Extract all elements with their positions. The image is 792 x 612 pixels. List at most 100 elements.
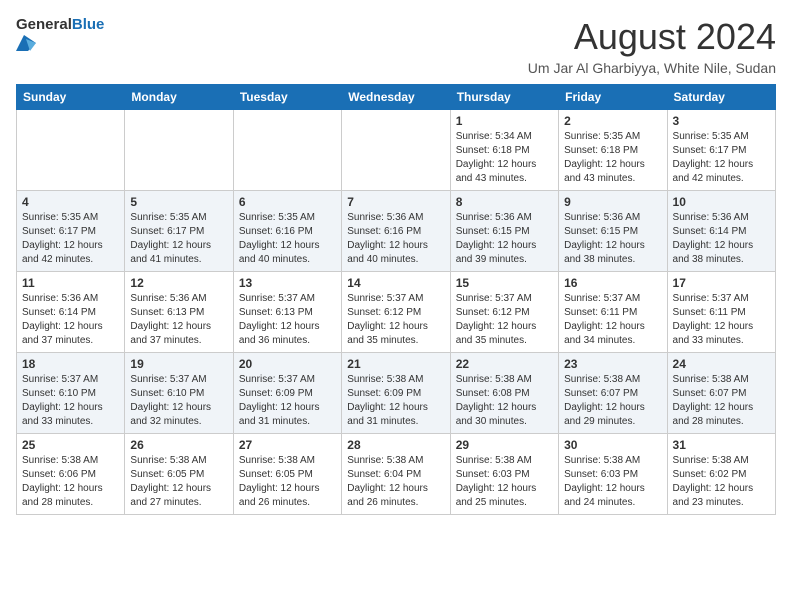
calendar-cell: 7 Sunrise: 5:36 AMSunset: 6:16 PMDaylight… <box>342 191 450 272</box>
calendar-cell: 24Sunrise: 5:38 AMSunset: 6:07 PMDayligh… <box>667 353 775 434</box>
cell-info: Sunrise: 5:34 AMSunset: 6:18 PMDaylight:… <box>456 130 553 186</box>
cell-date: 25 <box>22 438 119 452</box>
calendar-cell: 4 Sunrise: 5:35 AMSunset: 6:17 PMDaylight… <box>17 191 125 272</box>
logo-general: GeneralBlue <box>16 16 104 34</box>
cell-date: 21 <box>347 357 444 371</box>
cell-info: Sunrise: 5:38 AMSunset: 6:06 PMDaylight:… <box>22 454 119 510</box>
weekday-header-thursday: Thursday <box>450 85 558 110</box>
calendar-cell: 17 Sunrise: 5:37 AMSunset: 6:11 PMDayligh… <box>667 272 775 353</box>
calendar-cell: 22 Sunrise: 5:38 AMSunset: 6:08 PMDayligh… <box>450 353 558 434</box>
cell-date: 20 <box>239 357 336 371</box>
cell-date: 24 <box>673 357 770 371</box>
calendar-cell: 5 Sunrise: 5:35 AMSunset: 6:17 PMDaylight… <box>125 191 233 272</box>
cell-info: Sunrise: 5:37 AMSunset: 6:10 PMDaylight:… <box>22 373 119 429</box>
cell-info: Sunrise: 5:37 AMSunset: 6:11 PMDaylight:… <box>564 292 661 348</box>
cell-date: 29 <box>456 438 553 452</box>
calendar-cell: 13 Sunrise: 5:37 AMSunset: 6:13 PMDayligh… <box>233 272 341 353</box>
cell-info: Sunrise: 5:38 AMSunset: 6:03 PMDaylight:… <box>564 454 661 510</box>
cell-date: 18 <box>22 357 119 371</box>
calendar-cell: 20 Sunrise: 5:37 AMSunset: 6:09 PMDayligh… <box>233 353 341 434</box>
calendar-cell: 8 Sunrise: 5:36 AMSunset: 6:15 PMDaylight… <box>450 191 558 272</box>
cell-date: 27 <box>239 438 336 452</box>
cell-info: Sunrise: 5:35 AMSunset: 6:17 PMDaylight:… <box>130 211 227 267</box>
cell-info: Sunrise: 5:37 AMSunset: 6:12 PMDaylight:… <box>456 292 553 348</box>
cell-info: Sunrise: 5:36 AMSunset: 6:15 PMDaylight:… <box>564 211 661 267</box>
title-area: August 2024 Um Jar Al Gharbiyya, White N… <box>528 16 776 76</box>
weekday-header-tuesday: Tuesday <box>233 85 341 110</box>
calendar-cell: 26 Sunrise: 5:38 AMSunset: 6:05 PMDayligh… <box>125 434 233 515</box>
calendar-cell: 31 Sunrise: 5:38 AMSunset: 6:02 PMDayligh… <box>667 434 775 515</box>
calendar-cell <box>233 110 341 191</box>
cell-info: Sunrise: 5:35 AMSunset: 6:18 PMDaylight:… <box>564 130 661 186</box>
calendar-cell: 14Sunrise: 5:37 AMSunset: 6:12 PMDayligh… <box>342 272 450 353</box>
calendar-cell <box>342 110 450 191</box>
cell-info: Sunrise: 5:38 AMSunset: 6:05 PMDaylight:… <box>239 454 336 510</box>
cell-info: Sunrise: 5:38 AMSunset: 6:04 PMDaylight:… <box>347 454 444 510</box>
location: Um Jar Al Gharbiyya, White Nile, Sudan <box>528 60 776 76</box>
calendar-cell: 6Sunrise: 5:35 AMSunset: 6:16 PMDaylight… <box>233 191 341 272</box>
calendar-cell: 3 Sunrise: 5:35 AMSunset: 6:17 PMDaylight… <box>667 110 775 191</box>
calendar-cell: 25 Sunrise: 5:38 AMSunset: 6:06 PMDayligh… <box>17 434 125 515</box>
cell-date: 7 <box>347 195 444 209</box>
calendar-cell: 11 Sunrise: 5:36 AMSunset: 6:14 PMDayligh… <box>17 272 125 353</box>
cell-date: 8 <box>456 195 553 209</box>
calendar-cell: 2 Sunrise: 5:35 AMSunset: 6:18 PMDaylight… <box>559 110 667 191</box>
cell-info: Sunrise: 5:36 AMSunset: 6:13 PMDaylight:… <box>130 292 227 348</box>
logo-icon <box>16 35 36 51</box>
cell-date: 17 <box>673 276 770 290</box>
cell-date: 23 <box>564 357 661 371</box>
cell-info: Sunrise: 5:38 AMSunset: 6:02 PMDaylight:… <box>673 454 770 510</box>
cell-date: 13 <box>239 276 336 290</box>
cell-info: Sunrise: 5:36 AMSunset: 6:14 PMDaylight:… <box>673 211 770 267</box>
cell-date: 15 <box>456 276 553 290</box>
calendar-cell <box>17 110 125 191</box>
cell-date: 9 <box>564 195 661 209</box>
logo: GeneralBlue <box>16 16 104 51</box>
weekday-header-saturday: Saturday <box>667 85 775 110</box>
cell-info: Sunrise: 5:38 AMSunset: 6:05 PMDaylight:… <box>130 454 227 510</box>
cell-info: Sunrise: 5:37 AMSunset: 6:09 PMDaylight:… <box>239 373 336 429</box>
cell-date: 31 <box>673 438 770 452</box>
cell-date: 22 <box>456 357 553 371</box>
calendar-table: SundayMondayTuesdayWednesdayThursdayFrid… <box>16 84 776 515</box>
calendar-cell: 30Sunrise: 5:38 AMSunset: 6:03 PMDayligh… <box>559 434 667 515</box>
cell-info: Sunrise: 5:35 AMSunset: 6:17 PMDaylight:… <box>22 211 119 267</box>
cell-date: 5 <box>130 195 227 209</box>
cell-info: Sunrise: 5:36 AMSunset: 6:15 PMDaylight:… <box>456 211 553 267</box>
cell-date: 12 <box>130 276 227 290</box>
calendar-cell: 9 Sunrise: 5:36 AMSunset: 6:15 PMDaylight… <box>559 191 667 272</box>
cell-date: 10 <box>673 195 770 209</box>
cell-info: Sunrise: 5:38 AMSunset: 6:09 PMDaylight:… <box>347 373 444 429</box>
calendar-cell: 16Sunrise: 5:37 AMSunset: 6:11 PMDayligh… <box>559 272 667 353</box>
calendar-cell: 21 Sunrise: 5:38 AMSunset: 6:09 PMDayligh… <box>342 353 450 434</box>
calendar-cell: 28 Sunrise: 5:38 AMSunset: 6:04 PMDayligh… <box>342 434 450 515</box>
cell-info: Sunrise: 5:38 AMSunset: 6:03 PMDaylight:… <box>456 454 553 510</box>
calendar-cell: 23Sunrise: 5:38 AMSunset: 6:07 PMDayligh… <box>559 353 667 434</box>
cell-date: 3 <box>673 114 770 128</box>
cell-date: 19 <box>130 357 227 371</box>
weekday-header-monday: Monday <box>125 85 233 110</box>
cell-info: Sunrise: 5:37 AMSunset: 6:13 PMDaylight:… <box>239 292 336 348</box>
cell-date: 14 <box>347 276 444 290</box>
header: GeneralBlue August 2024 Um Jar Al Gharbi… <box>16 16 776 76</box>
calendar-cell: 19 Sunrise: 5:37 AMSunset: 6:10 PMDayligh… <box>125 353 233 434</box>
weekday-header-friday: Friday <box>559 85 667 110</box>
cell-date: 2 <box>564 114 661 128</box>
calendar-cell: 29 Sunrise: 5:38 AMSunset: 6:03 PMDayligh… <box>450 434 558 515</box>
cell-date: 4 <box>22 195 119 209</box>
cell-info: Sunrise: 5:35 AMSunset: 6:16 PMDaylight:… <box>239 211 336 267</box>
cell-info: Sunrise: 5:35 AMSunset: 6:17 PMDaylight:… <box>673 130 770 186</box>
cell-info: Sunrise: 5:37 AMSunset: 6:10 PMDaylight:… <box>130 373 227 429</box>
cell-date: 11 <box>22 276 119 290</box>
month-year: August 2024 <box>528 16 776 58</box>
cell-info: Sunrise: 5:37 AMSunset: 6:11 PMDaylight:… <box>673 292 770 348</box>
cell-date: 26 <box>130 438 227 452</box>
cell-date: 28 <box>347 438 444 452</box>
cell-info: Sunrise: 5:36 AMSunset: 6:16 PMDaylight:… <box>347 211 444 267</box>
weekday-header-sunday: Sunday <box>17 85 125 110</box>
cell-info: Sunrise: 5:36 AMSunset: 6:14 PMDaylight:… <box>22 292 119 348</box>
calendar-cell: 1Sunrise: 5:34 AMSunset: 6:18 PMDaylight… <box>450 110 558 191</box>
cell-info: Sunrise: 5:38 AMSunset: 6:08 PMDaylight:… <box>456 373 553 429</box>
weekday-header-wednesday: Wednesday <box>342 85 450 110</box>
calendar-cell <box>125 110 233 191</box>
